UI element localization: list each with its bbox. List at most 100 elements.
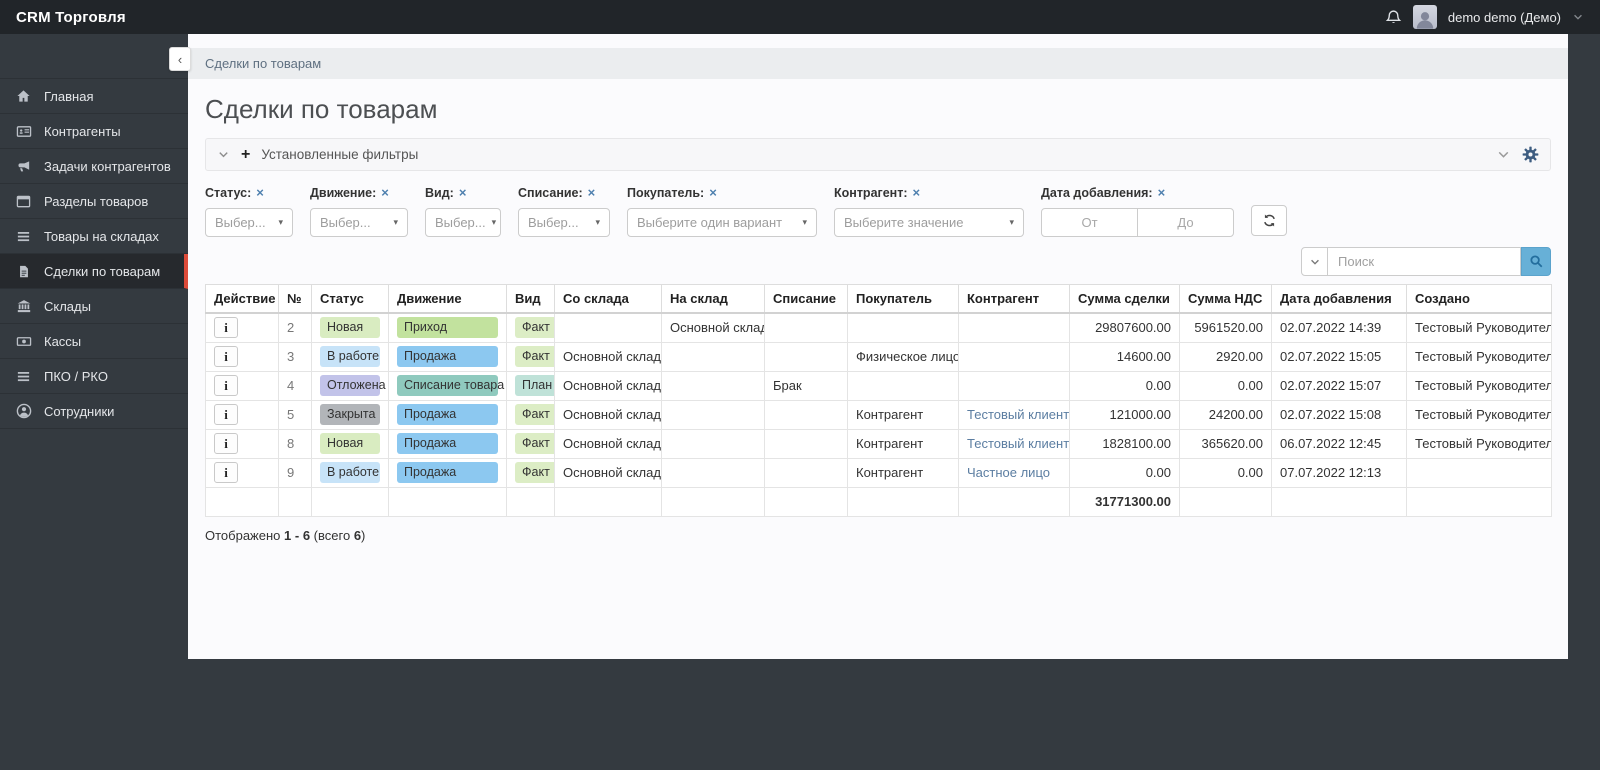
column-header[interactable]: Действие	[205, 284, 279, 314]
row-info-button[interactable]: i	[214, 375, 238, 396]
column-header[interactable]: Покупатель	[847, 284, 959, 314]
status-badge: Новая	[320, 317, 380, 339]
filter-select[interactable]: Выбер... ▾	[310, 208, 408, 237]
contractor-link[interactable]: Частное лицо	[967, 465, 1050, 480]
column-header[interactable]: Сумма НДС	[1179, 284, 1272, 314]
sidebar-item[interactable]: Задачи контрагентов	[0, 149, 188, 184]
filter-select[interactable]: Выберите значение ▾	[834, 208, 1024, 237]
filter-select[interactable]: Выбер... ▾	[205, 208, 293, 237]
filters-panel-label: Установленные фильтры	[261, 147, 419, 162]
sidebar-item[interactable]: Товары на складах	[0, 219, 188, 254]
column-header[interactable]: Вид	[506, 284, 555, 314]
sidebar-item[interactable]: Склады	[0, 289, 188, 324]
refresh-button[interactable]	[1251, 205, 1287, 236]
column-header[interactable]: Сумма сделки	[1069, 284, 1180, 314]
created-by-cell	[1406, 457, 1552, 488]
kind-badge: Факт	[515, 461, 554, 484]
movement-badge: Продажа	[397, 461, 498, 484]
sidebar-item[interactable]: Главная	[0, 79, 188, 114]
column-header[interactable]: Движение	[388, 284, 507, 314]
filter-clear-icon[interactable]: ×	[381, 185, 389, 200]
column-header[interactable]: Дата добавления	[1271, 284, 1407, 314]
chevron-down-icon[interactable]	[1572, 11, 1584, 23]
created-by-cell: Тестовый Руководитель	[1406, 428, 1552, 459]
status-badge: В работе	[320, 345, 380, 368]
search-button[interactable]	[1521, 247, 1551, 276]
avatar[interactable]	[1412, 5, 1437, 29]
search-options-chevron-icon[interactable]	[1301, 247, 1328, 276]
table-total-row: 31771300.00	[205, 486, 1552, 517]
buyer-cell	[847, 370, 959, 401]
from-warehouse-cell: Основной склад	[554, 457, 662, 488]
caret-down-icon: ▾	[595, 217, 600, 227]
page-title: Сделки по товарам	[205, 94, 438, 124]
movement-badge: Продажа	[397, 432, 498, 455]
row-info-button[interactable]: i	[214, 317, 238, 339]
sidebar-item-label: Сделки по товарам	[44, 263, 161, 279]
created-by-cell: Тестовый Руководитель	[1406, 399, 1552, 430]
info-icon: i	[224, 349, 228, 364]
sidebar-collapse-button[interactable]: ‹	[169, 47, 191, 71]
filter-label: Покупатель:	[627, 186, 705, 200]
deal-sum-cell: 14600.00	[1069, 341, 1180, 372]
row-info-button[interactable]: i	[214, 346, 238, 367]
row-info-button[interactable]: i	[214, 404, 238, 425]
collapse-panel-chevron-icon[interactable]	[1496, 147, 1511, 162]
sidebar-menu: Главная Контрагенты Задачи контрагентов …	[0, 78, 188, 429]
info-icon: i	[224, 436, 228, 451]
filter-select[interactable]: Выбер... ▾	[518, 208, 610, 237]
filter-select[interactable]: Выбер... ▾	[425, 208, 501, 237]
to-warehouse-cell	[661, 457, 765, 488]
contractor-link[interactable]: Тестовый клиент	[967, 436, 1069, 451]
filter-select[interactable]: Выберите один вариант ▾	[627, 208, 817, 237]
user-menu-label[interactable]: demo demo (Демо)	[1448, 10, 1561, 25]
column-header[interactable]: На склад	[661, 284, 765, 314]
filter-group-date: Дата добавления: ×	[1041, 185, 1234, 237]
filter-clear-icon[interactable]: ×	[459, 185, 467, 200]
breadcrumb-link[interactable]: Сделки по товарам	[205, 56, 321, 71]
filter-group: Движение: × Выбер... ▾	[310, 185, 408, 237]
buyer-cell: Контрагент	[847, 457, 959, 488]
row-info-button[interactable]: i	[214, 433, 238, 454]
filter-group: Статус: × Выбер... ▾	[205, 185, 293, 237]
filter-clear-icon[interactable]: ×	[709, 185, 717, 200]
date-from-input[interactable]	[1041, 208, 1138, 237]
to-warehouse-cell	[661, 370, 765, 401]
bars-icon	[15, 369, 32, 384]
column-header[interactable]: Контрагент	[958, 284, 1070, 314]
buyer-cell: Контрагент	[847, 399, 959, 430]
filter-clear-icon[interactable]: ×	[588, 185, 596, 200]
filter-clear-icon[interactable]: ×	[256, 185, 264, 200]
sidebar-item[interactable]: ПКО / РКО	[0, 359, 188, 394]
added-date-cell: 02.07.2022 14:39	[1271, 312, 1407, 343]
kind-badge: Факт	[515, 317, 554, 339]
column-header[interactable]: №	[278, 284, 312, 314]
gear-icon[interactable]	[1522, 146, 1539, 163]
column-header[interactable]: Списание	[764, 284, 848, 314]
contractor-link[interactable]: Тестовый клиент	[967, 407, 1069, 422]
row-number: 9	[278, 457, 312, 488]
filter-clear-icon[interactable]: ×	[913, 185, 921, 200]
sidebar-item[interactable]: Контрагенты	[0, 114, 188, 149]
row-number: 4	[278, 370, 312, 401]
sidebar-item[interactable]: Кассы	[0, 324, 188, 359]
column-header[interactable]: Создано	[1406, 284, 1552, 314]
filter-clear-icon[interactable]: ×	[1158, 185, 1166, 200]
filter-group: Покупатель: × Выберите один вариант ▾	[627, 185, 817, 237]
panel-chevron-icon[interactable]	[217, 148, 230, 161]
filters-panel-header: + Установленные фильтры	[205, 138, 1551, 171]
column-header[interactable]: Со склада	[554, 284, 662, 314]
sidebar-item[interactable]: Сотрудники	[0, 394, 188, 429]
row-info-button[interactable]: i	[214, 462, 238, 483]
buyer-cell	[847, 312, 959, 343]
sidebar-item[interactable]: Разделы товаров	[0, 184, 188, 219]
caret-down-icon: ▾	[278, 217, 283, 227]
search-input[interactable]	[1328, 247, 1521, 276]
column-header[interactable]: Статус	[311, 284, 389, 314]
deal-sum-cell: 121000.00	[1069, 399, 1180, 430]
sidebar-item[interactable]: Сделки по товарам	[0, 254, 188, 289]
add-filter-icon[interactable]: +	[241, 146, 250, 163]
filter-label: Вид:	[425, 186, 454, 200]
bell-icon[interactable]	[1385, 9, 1402, 26]
date-to-input[interactable]	[1137, 208, 1234, 237]
